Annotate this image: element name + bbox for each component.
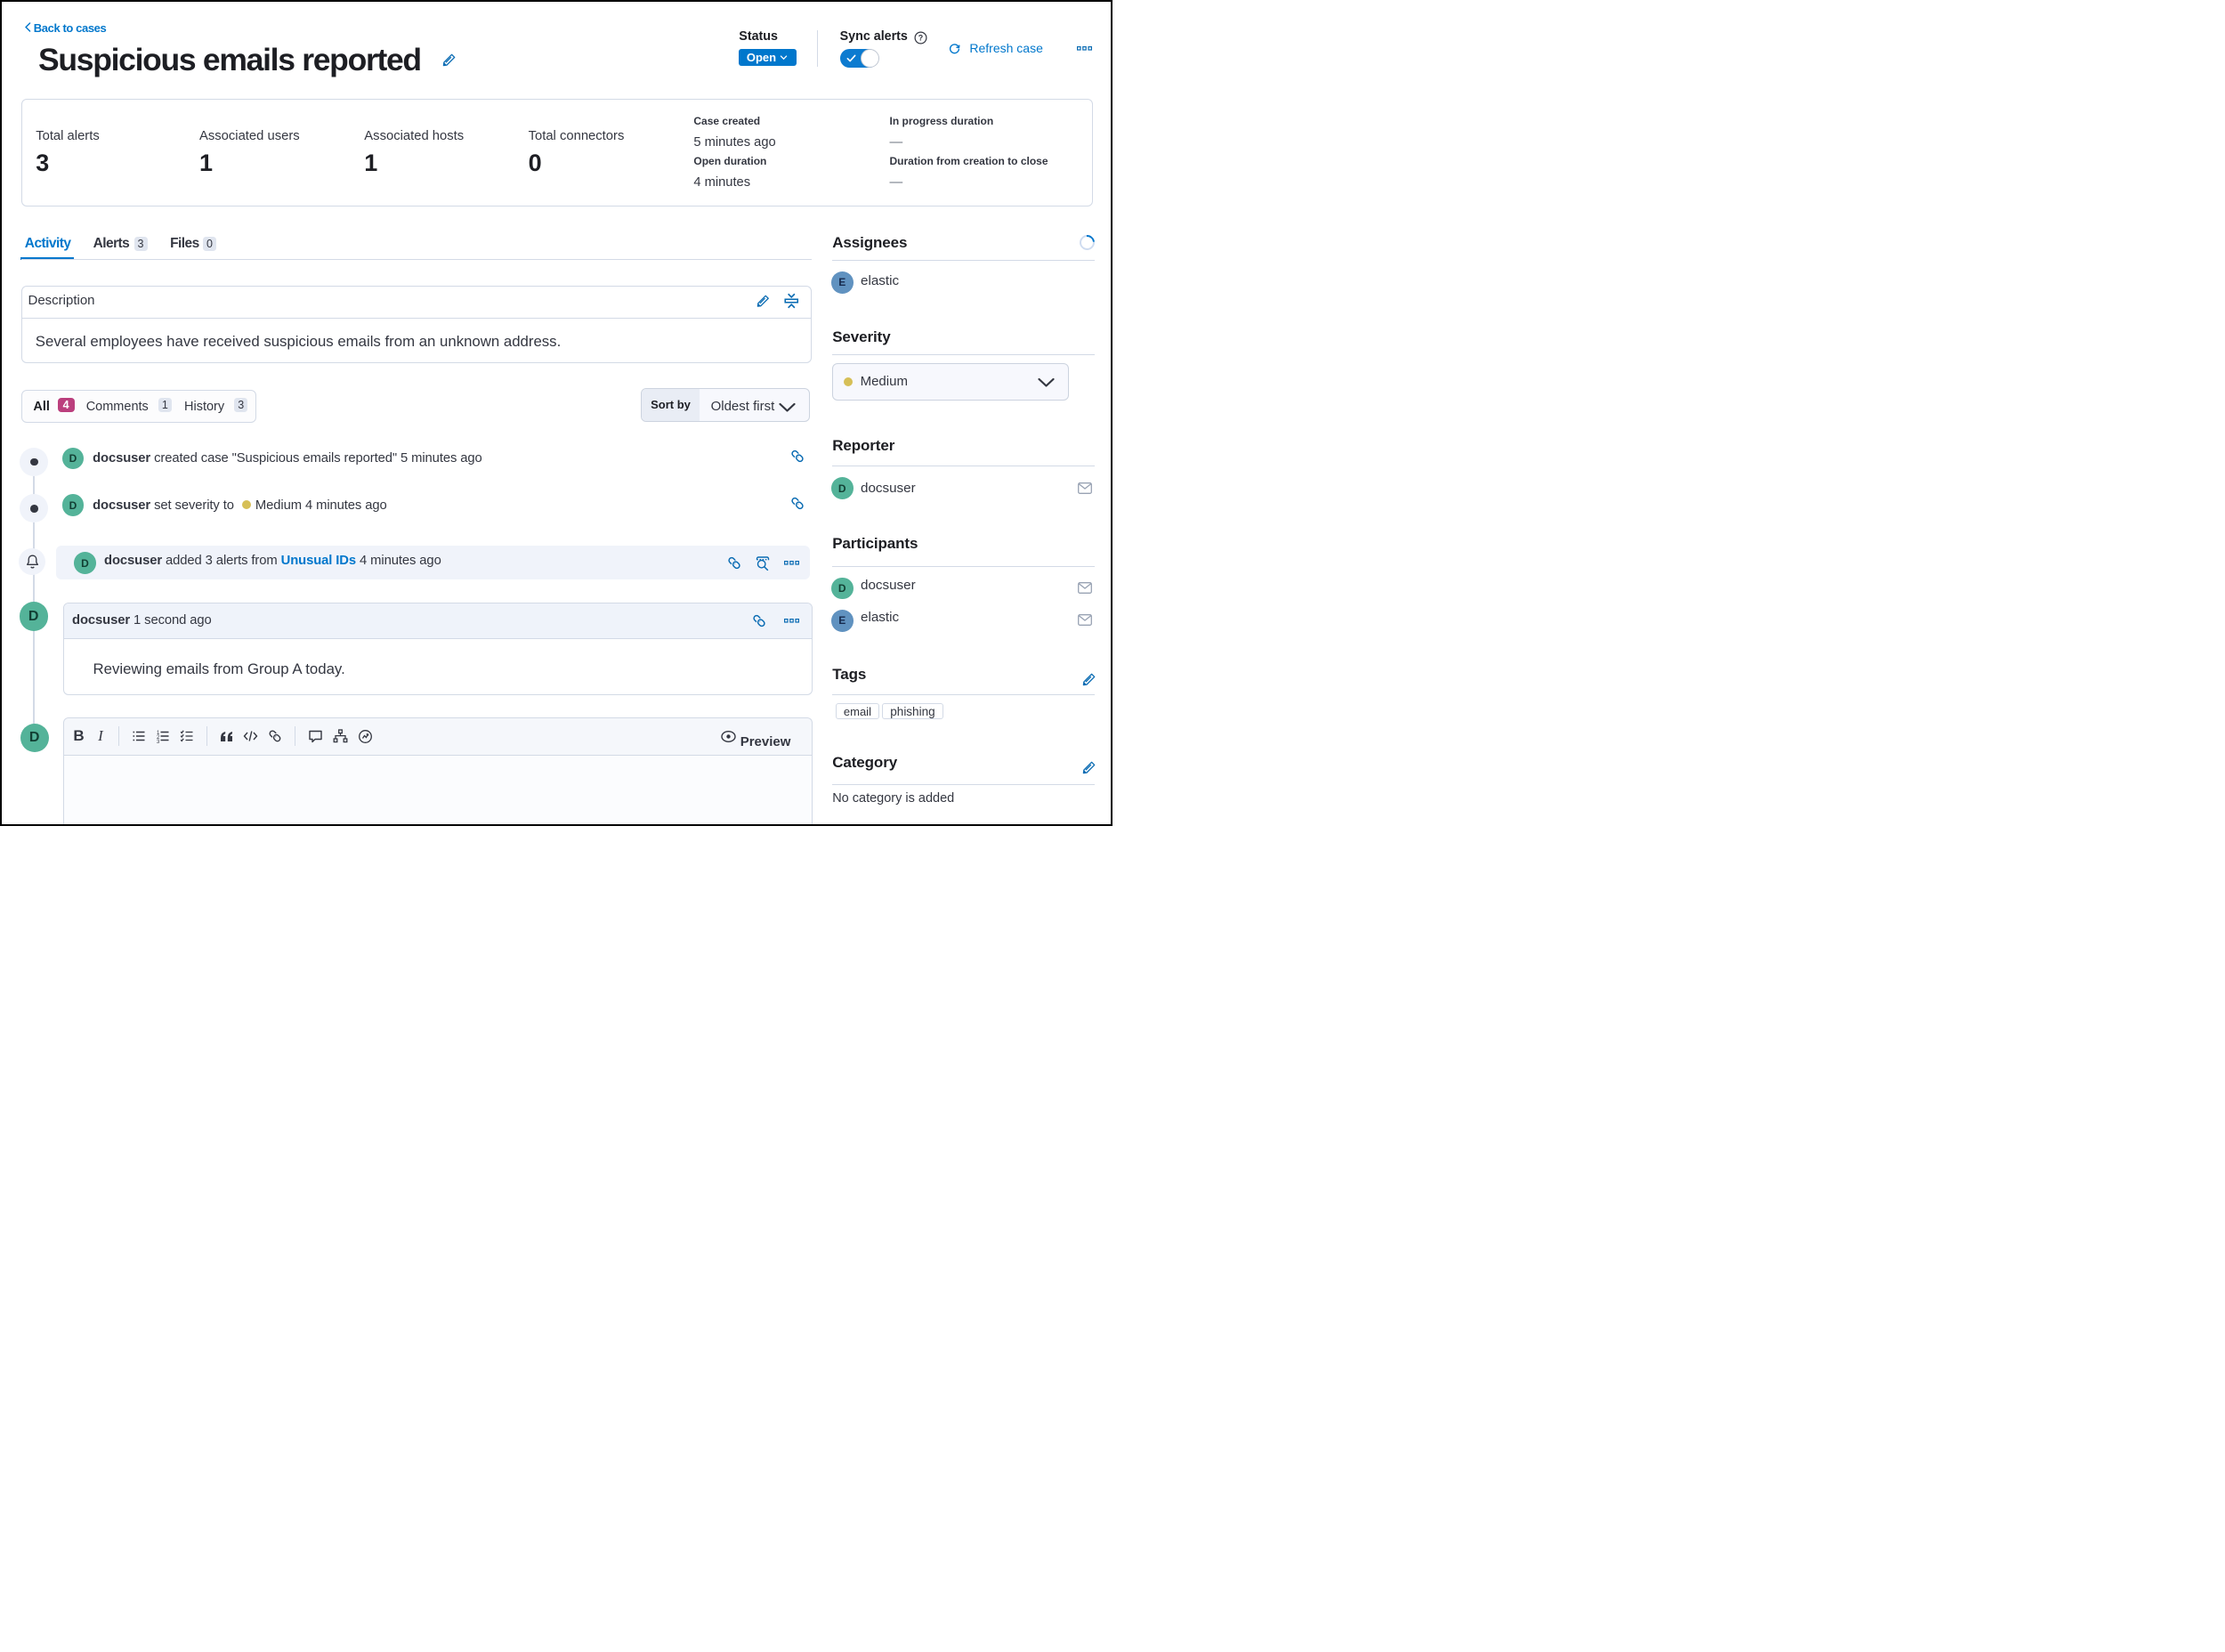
svg-text:?: ? xyxy=(918,33,922,42)
svg-text:3: 3 xyxy=(157,740,160,743)
